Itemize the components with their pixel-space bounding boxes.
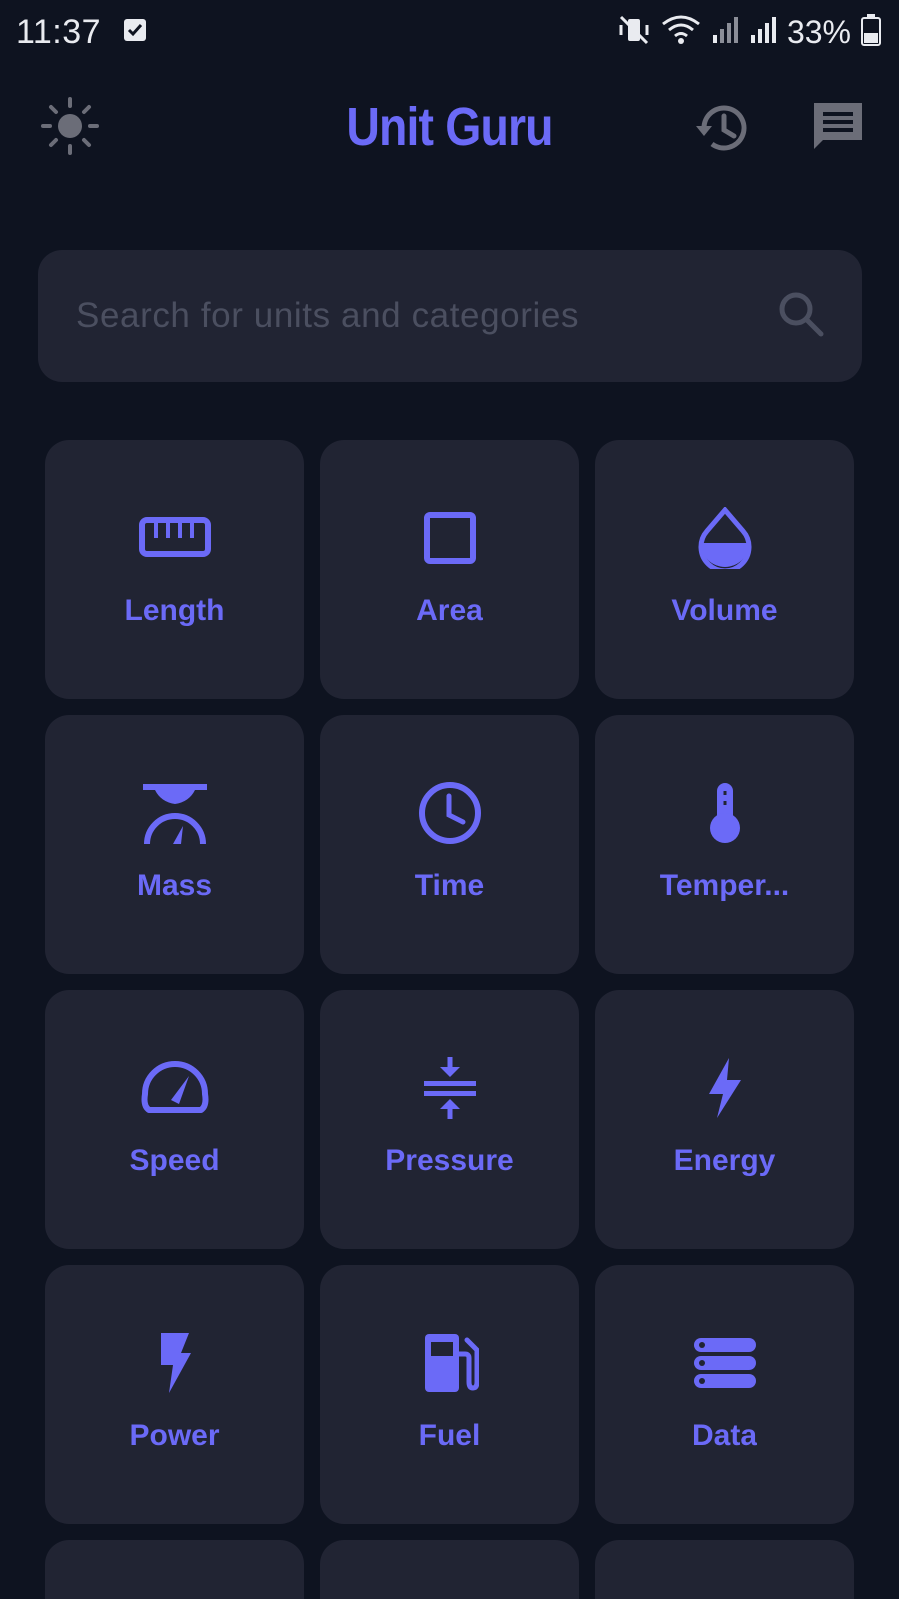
category-tile-energy[interactable]: Energy [595,990,854,1249]
app-bar: Unit Guru [0,88,899,170]
search-bar[interactable] [38,250,862,382]
search-input[interactable] [76,296,776,336]
category-tile-area[interactable]: Area [320,440,579,699]
category-tile-length[interactable]: Length [45,440,304,699]
category-label: Volume [671,594,778,627]
square-icon [414,502,486,574]
category-tile-power[interactable]: Power [45,1265,304,1524]
category-label: Speed [129,1144,220,1177]
category-label: Power [129,1419,220,1452]
signal-icon-1 [711,15,739,50]
clock-icon [414,777,486,849]
category-label: Area [416,594,483,627]
battery-icon [861,13,881,51]
vibrate-mute-icon [617,13,651,52]
drop-icon [689,502,761,574]
category-label: Fuel [418,1419,481,1452]
checkbox-notification-icon [123,18,147,46]
status-time: 11:37 [16,12,102,51]
message-icon [811,100,865,156]
category-label: Temper... [659,869,790,902]
category-tile-mass[interactable]: Mass [45,715,304,974]
category-label: Length [124,594,225,627]
wifi-icon [661,14,701,51]
scale-icon [139,777,211,849]
category-label: Time [414,869,485,902]
category-label: Energy [673,1144,776,1177]
category-tile-partial[interactable] [45,1540,304,1599]
status-bar: 11:37 33% [0,0,899,64]
feedback-button[interactable] [808,98,868,158]
category-tile-pressure[interactable]: Pressure [320,990,579,1249]
category-tile-speed[interactable]: Speed [45,990,304,1249]
category-label: Data [691,1419,758,1452]
category-label: Mass [136,869,213,902]
category-tile-time[interactable]: Time [320,715,579,974]
compress-icon [414,1052,486,1124]
ruler-icon [138,502,211,574]
category-tile-volume[interactable]: Volume [595,440,854,699]
search-icon[interactable] [776,289,826,343]
category-tile-temperature[interactable]: Temper... [595,715,854,974]
lightning-icon [689,1052,761,1124]
category-tile-partial[interactable] [320,1540,579,1599]
signal-icon-2 [749,15,777,50]
thermometer-icon [689,777,761,849]
history-icon [692,102,748,158]
category-tile-data[interactable]: Data [595,1265,854,1524]
history-button[interactable] [690,100,750,160]
storage-icon [689,1327,761,1399]
category-tile-fuel[interactable]: Fuel [320,1265,579,1524]
fuel-pump-icon [414,1327,486,1399]
category-label: Pressure [385,1144,514,1177]
category-grid: Length Area Volume Mass Time Temper... S… [45,440,855,1599]
power-bolt-icon [139,1327,211,1399]
speedometer-icon [139,1052,211,1124]
category-tile-partial[interactable] [595,1540,854,1599]
battery-percent: 33% [786,13,851,50]
